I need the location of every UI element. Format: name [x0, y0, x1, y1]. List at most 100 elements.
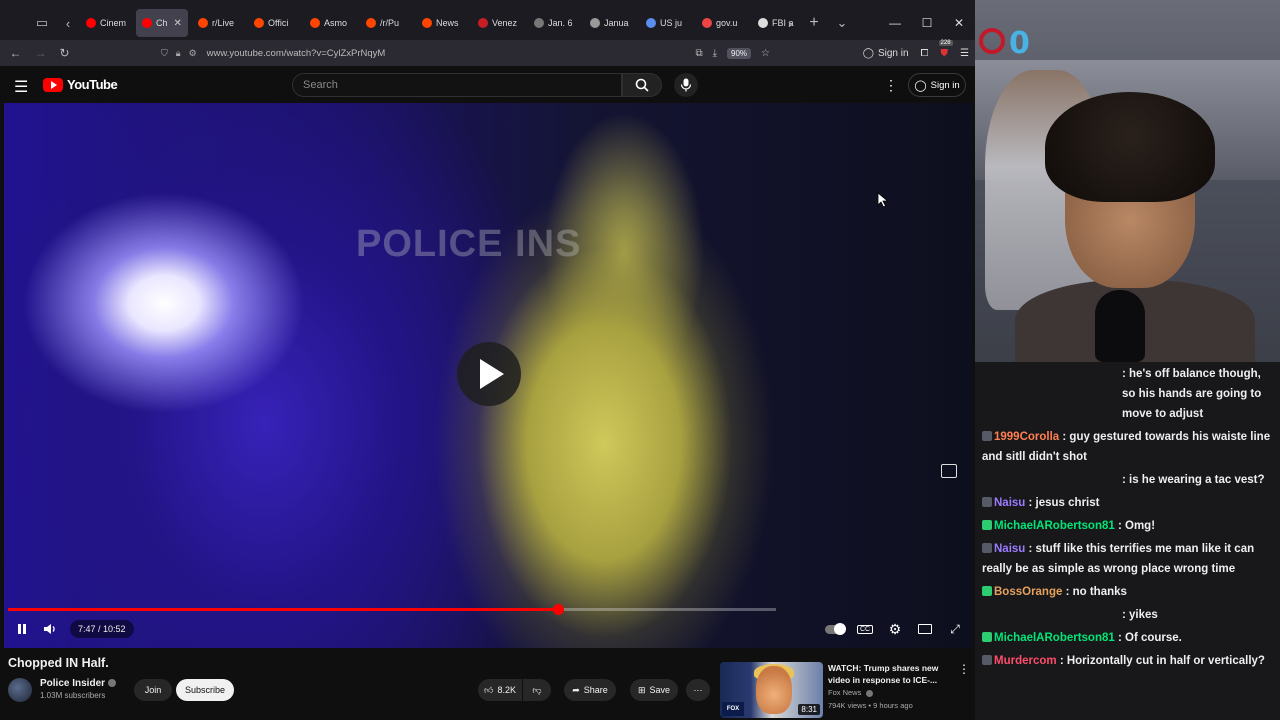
extensions-icon[interactable]: ⧠	[921, 48, 929, 59]
youtube-signin-label: Sign in	[930, 79, 960, 91]
minimize-icon[interactable]: —	[879, 16, 911, 30]
toolbar-right: ◯ Sign in ⧠ ⛊ 228 ☰	[863, 39, 969, 66]
download-icon[interactable]: ⤓	[713, 48, 717, 59]
app-menu-icon[interactable]: ☰	[960, 48, 969, 59]
big-play-button[interactable]	[457, 342, 521, 406]
guide-menu-icon[interactable]: ☰	[14, 77, 28, 97]
permissions-icon[interactable]: ⚙︎	[189, 48, 197, 59]
microphone	[1095, 290, 1145, 362]
join-button[interactable]: Join	[134, 679, 172, 701]
voice-search-button[interactable]	[674, 73, 698, 97]
tab-favicon-icon	[198, 18, 209, 28]
settings-menu-icon[interactable]: ⋮	[884, 77, 898, 94]
dislike-button[interactable]: 👎︎	[523, 679, 551, 701]
channel-name[interactable]: Police Insider	[40, 678, 105, 689]
video-player[interactable]: POLICE INS 7:47 / 10:52 CC ⚙︎ ⤢	[4, 103, 972, 648]
verified-check-icon	[866, 689, 874, 697]
tab-favicon-icon	[86, 18, 96, 28]
settings-button[interactable]: ⚙︎	[884, 617, 906, 641]
browser-tab[interactable]: Cinem	[80, 9, 132, 37]
tab-favicon-icon	[310, 18, 321, 28]
browser-tab[interactable]: /r/Pu	[360, 9, 412, 37]
microphone-icon	[680, 78, 692, 92]
youtube-logo[interactable]: YouTube	[43, 77, 118, 92]
close-tab-icon[interactable]: ✕	[174, 18, 182, 29]
youtube-signin-button[interactable]: ◯ Sign in	[908, 73, 966, 97]
chat-message: MichaelARobertson81 : Omg!	[982, 516, 1276, 536]
browser-tab[interactable]: Offici	[248, 9, 300, 37]
chat-badge-icon	[982, 497, 992, 507]
maximize-icon[interactable]: ☐	[911, 16, 943, 30]
tab-label: gov.u	[716, 18, 738, 28]
user-circle-icon: ◯	[914, 79, 927, 92]
chat-username[interactable]: Naisu	[994, 497, 1025, 509]
streamer-hair	[1045, 92, 1215, 202]
bookmark-star-icon[interactable]: ☆	[761, 48, 770, 59]
more-actions-button[interactable]: ⋯	[686, 679, 710, 701]
browser-tab[interactable]: gov.u	[696, 9, 748, 37]
browser-tab[interactable]: News	[416, 9, 468, 37]
chat-username[interactable]: MichaelARobertson81	[994, 632, 1115, 644]
search-input[interactable]	[292, 73, 622, 97]
recommended-more-icon[interactable]: ⋮	[958, 662, 970, 676]
progress-scrubber[interactable]	[552, 604, 564, 615]
browser-tab[interactable]: US ju	[640, 9, 692, 37]
recommended-channel-name: Fox News	[828, 688, 862, 697]
channel-name-wrap[interactable]: Police Insider	[40, 678, 117, 689]
subtitles-button[interactable]: CC	[854, 617, 876, 641]
save-button[interactable]: ⊞ Save	[630, 679, 678, 701]
share-button[interactable]: ➦ Share	[564, 679, 616, 701]
autoplay-toggle[interactable]	[822, 617, 848, 641]
shield-icon[interactable]: ⛉	[161, 48, 168, 59]
search-box	[292, 73, 662, 97]
miniplayer-icon[interactable]	[941, 464, 957, 478]
chat-username[interactable]: BossOrange	[994, 586, 1062, 598]
browser-tab[interactable]: Jan. 6	[528, 9, 580, 37]
back-icon[interactable]: ←	[3, 46, 28, 60]
url-text[interactable]: www.youtube.com/watch?v=CylZxPrNqyM	[207, 48, 386, 59]
channel-avatar[interactable]	[8, 678, 32, 702]
tab-favicon-icon	[590, 18, 601, 28]
picture-in-picture-icon[interactable]: ⧉	[695, 48, 702, 59]
subscriber-count: 1.03M subscribers	[40, 691, 106, 700]
like-button[interactable]: 👍︎ 8.2K	[478, 679, 522, 701]
chat-username[interactable]: Naisu	[994, 543, 1025, 555]
recommended-thumbnail[interactable]: FOX 8:31	[720, 662, 823, 718]
lock-icon[interactable]: 🔒︎	[176, 48, 181, 59]
subscribe-button[interactable]: Subscribe	[176, 679, 234, 701]
recommended-title[interactable]: WATCH: Trump shares new video in respons…	[828, 662, 956, 686]
account-button[interactable]: ◯ Sign in	[863, 48, 909, 59]
zoom-badge[interactable]: 90%	[727, 47, 752, 59]
ublock-icon[interactable]: ⛊ 228	[938, 39, 953, 59]
url-bar[interactable]: ⛉ 🔒︎ ⚙︎ www.youtube.com/watch?v=CylZxPrN…	[155, 43, 770, 63]
chat-text: : he's off balance though, so his hands …	[1122, 368, 1262, 420]
tab-favicon-icon	[422, 18, 433, 28]
recommended-channel[interactable]: Fox News	[828, 688, 874, 697]
chat-username[interactable]: 1999Corolla	[994, 431, 1059, 443]
reload-icon[interactable]: ↻	[52, 46, 77, 60]
tab-strip: Cinem Ch ✕ r/Live Offici Asmo/r/Pu News Venez Ja…	[80, 9, 804, 37]
search-button[interactable]	[622, 73, 662, 97]
pause-button[interactable]	[10, 617, 34, 641]
chat-badge-icon	[982, 543, 992, 553]
browser-tab[interactable]: Venez	[472, 9, 524, 37]
volume-button[interactable]	[38, 617, 62, 641]
theater-mode-button[interactable]	[914, 617, 936, 641]
tab-favicon-icon	[254, 18, 265, 28]
video-watermark: POLICE INS	[356, 223, 582, 265]
browser-tab[interactable]: Ch ✕	[136, 9, 189, 37]
youtube-logo-text: YouTube	[67, 77, 118, 92]
browser-tab[interactable]: Asmo	[304, 9, 356, 37]
progress-bar[interactable]	[8, 604, 776, 615]
close-window-icon[interactable]: ✕	[943, 16, 975, 30]
fullscreen-button[interactable]: ⤢	[944, 617, 966, 641]
progress-played	[8, 608, 558, 611]
thumbnail-face	[756, 666, 792, 714]
chat-username[interactable]: Murdercom	[994, 655, 1057, 667]
forward-icon[interactable]: →	[28, 46, 53, 60]
theater-icon	[918, 624, 932, 634]
chat-text: : no thanks	[1062, 586, 1127, 598]
browser-tab[interactable]: Janua	[584, 9, 636, 37]
browser-tab[interactable]: r/Live	[192, 9, 244, 37]
chat-username[interactable]: MichaelARobertson81	[994, 520, 1115, 532]
